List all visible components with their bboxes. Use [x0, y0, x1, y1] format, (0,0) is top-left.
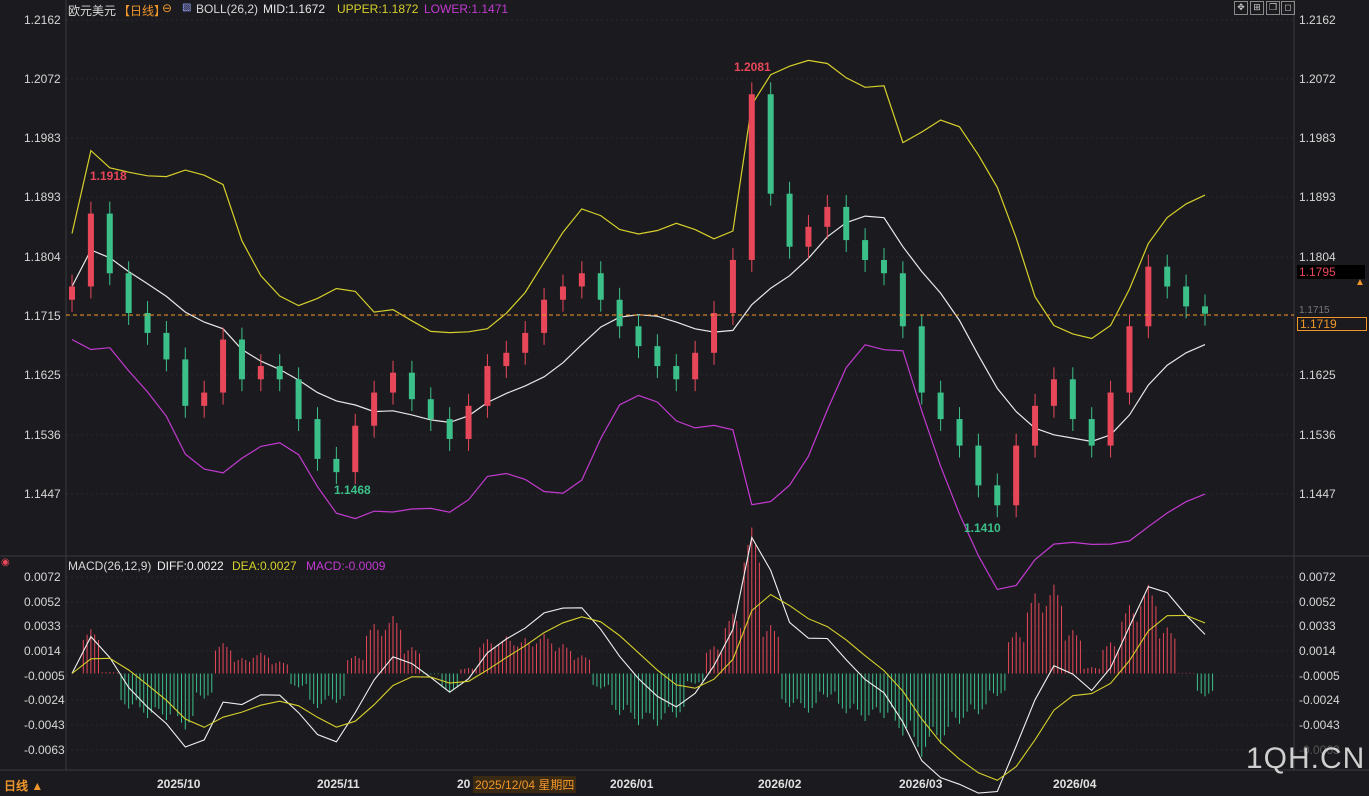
candle: [918, 314, 925, 405]
macd-dea: DEA:0.0027: [232, 559, 297, 573]
macd-tick-right: 0.0033: [1299, 619, 1336, 633]
watermark: 1QH.CN: [1246, 742, 1366, 775]
price-tick-right-hidden: 1.1715: [1299, 305, 1330, 316]
instrument-name: 欧元美元: [68, 4, 117, 18]
candle: [106, 201, 113, 286]
settings-icon[interactable]: ⊖: [162, 1, 172, 15]
price-tick-left: 1.1625: [24, 368, 61, 382]
macd-tick-left: 0.0072: [24, 570, 61, 584]
date-tick: 2025/10: [157, 777, 201, 791]
macd-tick-right: 0.0052: [1299, 595, 1336, 609]
date-tick: 2026/02: [758, 777, 802, 791]
price-tick-left: 1.1893: [24, 190, 61, 204]
high-annotation: 1.2081: [734, 60, 771, 74]
date-tick: 2025/11: [317, 777, 360, 791]
macd-tick-left: -0.0043: [24, 718, 65, 732]
boll-label[interactable]: BOLL(26,2): [196, 2, 258, 16]
restore-icon[interactable]: ❐: [1266, 1, 1280, 15]
price-tick-right: 1.2162: [1299, 13, 1336, 27]
chart-canvas[interactable]: [0, 0, 1369, 796]
low-annotation: 1.1468: [334, 483, 371, 497]
cursor-date-tag: 2025/12/04 星期四: [473, 776, 577, 793]
candle: [1126, 314, 1133, 405]
maximize-icon[interactable]: ◻: [1281, 1, 1295, 15]
macd-tick-right: -0.0043: [1299, 718, 1340, 732]
price-tick-right: 1.1536: [1299, 428, 1336, 442]
candle: [767, 82, 774, 206]
macd-tick-left: -0.0063: [24, 743, 65, 757]
crosshair-price-tag: 1.1719: [1297, 317, 1367, 331]
macd-tick-left: -0.0024: [24, 693, 65, 707]
indicator-icon[interactable]: ▧: [182, 2, 191, 13]
price-tick-left: 1.1804: [24, 250, 61, 264]
candle: [748, 82, 755, 272]
macd-value: MACD:-0.0009: [306, 559, 386, 573]
candle: [1145, 254, 1152, 339]
scroll-up-icon[interactable]: ▲: [1355, 277, 1365, 288]
price-tick-left: 1.1715: [24, 309, 61, 323]
macd-tick-right: -0.0005: [1299, 669, 1340, 683]
price-tick-right: 1.1447: [1299, 487, 1336, 501]
price-tick-left: 1.1447: [24, 487, 61, 501]
boll-mid: MID:1.1672: [263, 2, 326, 16]
boll-upper: UPPER:1.1872: [337, 2, 419, 16]
macd-tick-left: 0.0014: [24, 644, 61, 658]
price-tick-right: 1.1625: [1299, 368, 1336, 382]
price-tick-left: 1.2162: [24, 13, 61, 27]
date-tick: 2026/04: [1053, 777, 1097, 791]
date-tick: 2026/03: [899, 777, 943, 791]
macd-diff: DIFF:0.0022: [157, 559, 224, 573]
price-tick-left: 1.1983: [24, 131, 61, 145]
candle: [87, 201, 94, 299]
price-tick-left: 1.2072: [24, 72, 61, 86]
macd-label[interactable]: MACD(26,12,9): [68, 559, 151, 573]
boll-lower: LOWER:1.1471: [424, 2, 509, 16]
macd-tick-left: -0.0005: [24, 669, 65, 683]
macd-settings-icon[interactable]: ◉: [1, 557, 10, 568]
price-tick-right: 1.1893: [1299, 190, 1336, 204]
macd-tick-left: 0.0052: [24, 595, 61, 609]
price-tick-right: 1.1983: [1299, 131, 1336, 145]
price-tick-right: 1.1804: [1299, 250, 1336, 264]
period-label[interactable]: 【日线】: [118, 2, 166, 19]
price-tick-left: 1.1536: [24, 428, 61, 442]
high-annotation: 1.1918: [90, 169, 127, 183]
period-button[interactable]: 日线 ▲: [4, 777, 43, 794]
date-tick: 20: [457, 777, 471, 791]
macd-tick-right: 0.0072: [1299, 570, 1336, 584]
price-tick-right: 1.2072: [1299, 72, 1336, 86]
move-icon[interactable]: ✥: [1234, 1, 1248, 15]
macd-tick-right: -0.0024: [1299, 693, 1340, 707]
zoom-icon[interactable]: ⊞: [1250, 1, 1264, 15]
candle: [1013, 433, 1020, 518]
macd-tick-right: 0.0014: [1299, 644, 1336, 658]
low-annotation: 1.1410: [964, 521, 1001, 535]
date-tick: 2026/01: [610, 777, 654, 791]
macd-tick-left: 0.0033: [24, 619, 61, 633]
